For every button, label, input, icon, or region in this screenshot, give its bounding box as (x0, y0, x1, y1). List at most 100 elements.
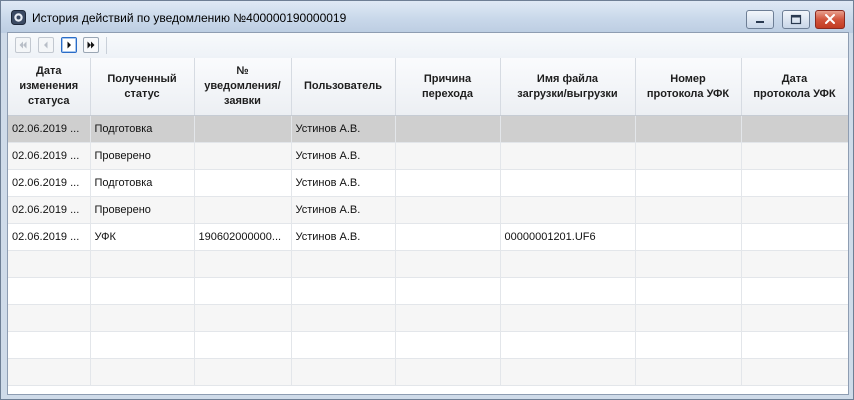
received-status-cell[interactable]: Проверено (90, 142, 195, 170)
notification-number-cell[interactable] (194, 115, 292, 143)
file-name-cell[interactable] (500, 358, 636, 386)
protocol-number-cell[interactable] (635, 304, 742, 332)
protocol-date-cell[interactable] (741, 250, 848, 278)
reason-cell[interactable] (395, 277, 501, 305)
protocol-number-cell[interactable] (635, 331, 742, 359)
file-name-cell[interactable] (500, 196, 636, 224)
column-header-notification-number[interactable]: № уведомления/ заявки (194, 58, 292, 116)
user-cell[interactable] (291, 304, 396, 332)
user-cell[interactable]: Устинов А.В. (291, 169, 396, 197)
maximize-button[interactable] (782, 10, 810, 29)
status-date-cell[interactable] (8, 331, 91, 359)
status-date-cell[interactable] (8, 304, 91, 332)
table-row[interactable]: 02.06.2019 ... УФК 190602000000... Устинов … (8, 223, 848, 251)
protocol-date-cell[interactable] (741, 331, 848, 359)
user-cell[interactable] (291, 250, 396, 278)
notification-number-cell[interactable] (194, 196, 292, 224)
title-bar[interactable]: История действий по уведомлению №4000001… (1, 1, 853, 33)
first-page-button[interactable] (15, 37, 31, 53)
user-cell[interactable] (291, 277, 396, 305)
notification-number-cell[interactable]: 190602000000... (194, 223, 292, 251)
column-header-status-date[interactable]: Дата изменения статуса (8, 58, 91, 116)
table-row[interactable] (8, 358, 848, 386)
protocol-number-cell[interactable] (635, 358, 742, 386)
received-status-cell[interactable]: УФК (90, 223, 195, 251)
received-status-cell[interactable]: Подготовка (90, 115, 195, 143)
user-cell[interactable]: Устинов А.В. (291, 142, 396, 170)
reason-cell[interactable] (395, 115, 501, 143)
notification-number-cell[interactable] (194, 169, 292, 197)
protocol-number-cell[interactable] (635, 277, 742, 305)
notification-number-cell[interactable] (194, 358, 292, 386)
user-cell[interactable] (291, 358, 396, 386)
user-cell[interactable]: Устинов А.В. (291, 115, 396, 143)
table-row[interactable]: 02.06.2019 ... Подготовка Устинов А.В. (8, 115, 848, 143)
reason-cell[interactable] (395, 250, 501, 278)
table-row[interactable] (8, 331, 848, 359)
protocol-date-cell[interactable] (741, 115, 848, 143)
protocol-date-cell[interactable] (741, 223, 848, 251)
received-status-cell[interactable] (90, 304, 195, 332)
reason-cell[interactable] (395, 331, 501, 359)
user-cell[interactable]: Устинов А.В. (291, 196, 396, 224)
column-header-file-name[interactable]: Имя файла загрузки/выгрузки (500, 58, 636, 116)
notification-number-cell[interactable] (194, 250, 292, 278)
status-date-cell[interactable]: 02.06.2019 ... (8, 142, 91, 170)
close-button[interactable] (815, 10, 845, 29)
received-status-cell[interactable] (90, 331, 195, 359)
file-name-cell[interactable] (500, 277, 636, 305)
reason-cell[interactable] (395, 196, 501, 224)
protocol-date-cell[interactable] (741, 304, 848, 332)
reason-cell[interactable] (395, 358, 501, 386)
protocol-number-cell[interactable] (635, 142, 742, 170)
file-name-cell[interactable] (500, 250, 636, 278)
reason-cell[interactable] (395, 169, 501, 197)
column-header-protocol-number[interactable]: Номер протокола УФК (635, 58, 742, 116)
reason-cell[interactable] (395, 304, 501, 332)
protocol-date-cell[interactable] (741, 142, 848, 170)
notification-number-cell[interactable] (194, 142, 292, 170)
status-date-cell[interactable]: 02.06.2019 ... (8, 223, 91, 251)
notification-number-cell[interactable] (194, 331, 292, 359)
user-cell[interactable] (291, 331, 396, 359)
table-row[interactable]: 02.06.2019 ... Проверено Устинов А.В. (8, 196, 848, 224)
next-page-button[interactable] (61, 37, 77, 53)
file-name-cell[interactable] (500, 304, 636, 332)
protocol-number-cell[interactable] (635, 223, 742, 251)
file-name-cell[interactable]: 00000001201.UF6 (500, 223, 636, 251)
protocol-number-cell[interactable] (635, 196, 742, 224)
reason-cell[interactable] (395, 142, 501, 170)
file-name-cell[interactable] (500, 115, 636, 143)
column-header-received-status[interactable]: Полученный статус (90, 58, 195, 116)
status-date-cell[interactable]: 02.06.2019 ... (8, 115, 91, 143)
column-header-user[interactable]: Пользователь (291, 58, 396, 116)
file-name-cell[interactable] (500, 331, 636, 359)
protocol-date-cell[interactable] (741, 358, 848, 386)
file-name-cell[interactable] (500, 169, 636, 197)
prev-page-button[interactable] (38, 37, 54, 53)
table-row[interactable]: 02.06.2019 ... Подготовка Устинов А.В. (8, 169, 848, 197)
status-date-cell[interactable] (8, 277, 91, 305)
reason-cell[interactable] (395, 223, 501, 251)
table-row[interactable] (8, 250, 848, 278)
table-row[interactable] (8, 277, 848, 305)
notification-number-cell[interactable] (194, 277, 292, 305)
table-row[interactable]: 02.06.2019 ... Проверено Устинов А.В. (8, 142, 848, 170)
received-status-cell[interactable] (90, 277, 195, 305)
received-status-cell[interactable]: Подготовка (90, 169, 195, 197)
file-name-cell[interactable] (500, 142, 636, 170)
protocol-date-cell[interactable] (741, 169, 848, 197)
column-header-reason[interactable]: Причина перехода (395, 58, 501, 116)
notification-number-cell[interactable] (194, 304, 292, 332)
last-page-button[interactable] (83, 37, 99, 53)
user-cell[interactable]: Устинов А.В. (291, 223, 396, 251)
received-status-cell[interactable] (90, 250, 195, 278)
received-status-cell[interactable] (90, 358, 195, 386)
minimize-button[interactable] (746, 10, 774, 29)
protocol-number-cell[interactable] (635, 169, 742, 197)
table-row[interactable] (8, 304, 848, 332)
status-date-cell[interactable]: 02.06.2019 ... (8, 169, 91, 197)
column-header-protocol-date[interactable]: Дата протокола УФК (741, 58, 848, 116)
status-date-cell[interactable]: 02.06.2019 ... (8, 196, 91, 224)
protocol-date-cell[interactable] (741, 277, 848, 305)
